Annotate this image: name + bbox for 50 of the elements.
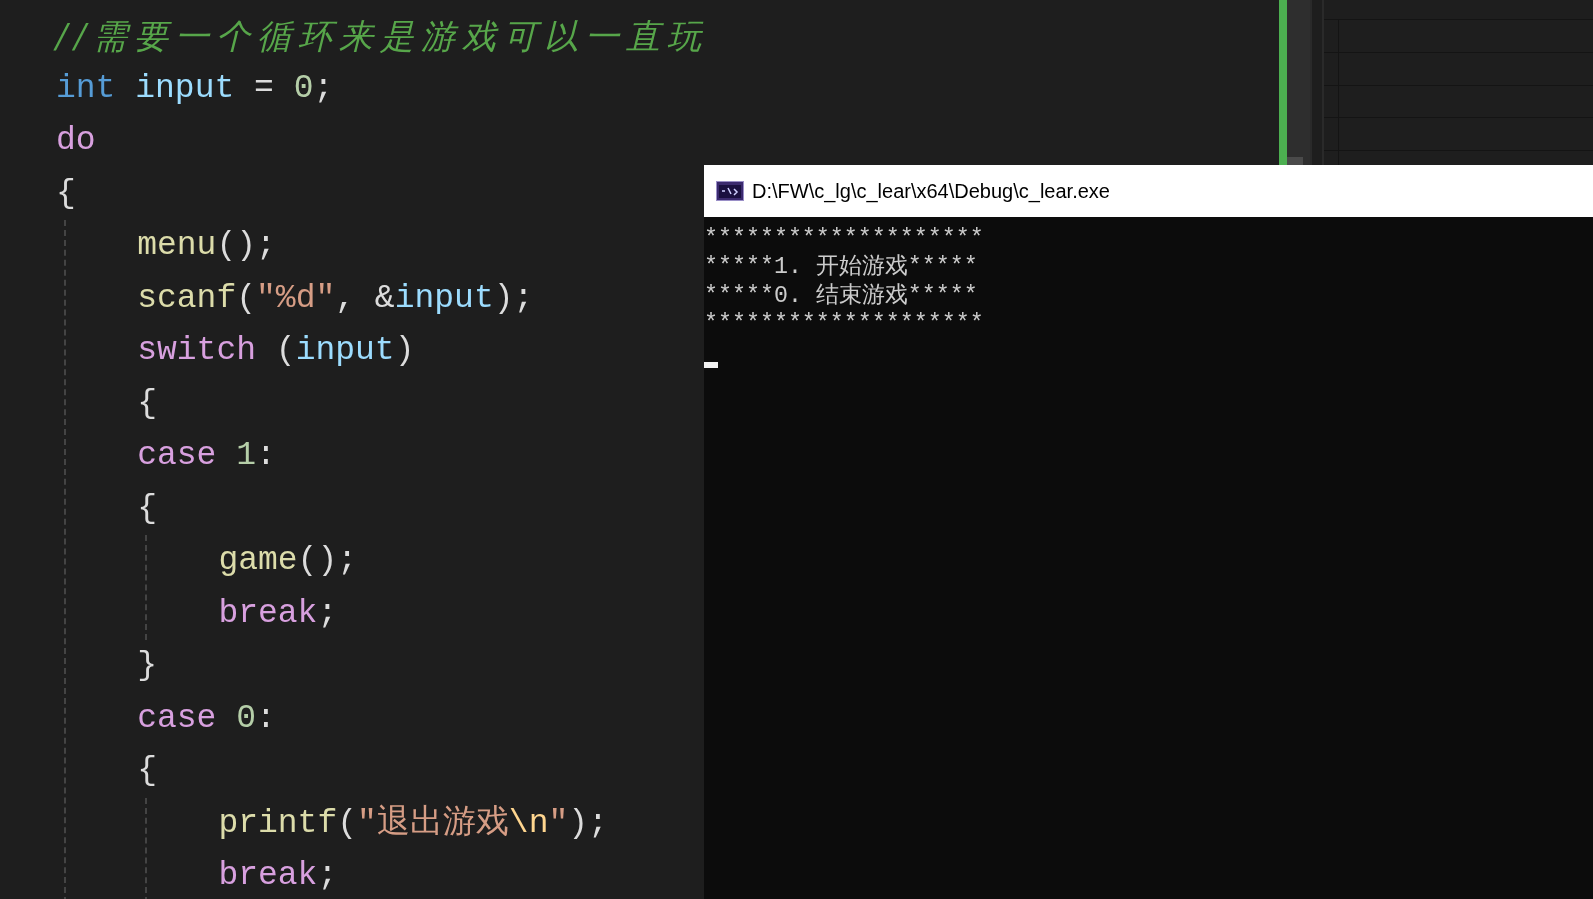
code-token: scanf xyxy=(137,279,237,317)
console-icon xyxy=(716,181,744,201)
code-token: ( xyxy=(337,804,357,842)
window-title: D:\FW\c_lg\c_lear\x64\Debug\c_lear.exe xyxy=(752,179,1110,203)
code-token: "%d" xyxy=(256,279,336,317)
splitter[interactable] xyxy=(1310,0,1324,166)
code-token: ); xyxy=(493,279,534,317)
code-token: game xyxy=(218,542,298,579)
console-output-line: ******************** xyxy=(704,225,984,254)
code-token: { xyxy=(137,752,157,789)
code-token: ) xyxy=(394,332,415,369)
code-token: input xyxy=(394,279,494,317)
code-token: } xyxy=(137,647,157,684)
code-token: (); xyxy=(216,227,276,264)
code-token: do xyxy=(56,122,96,159)
scroll-bar[interactable] xyxy=(1287,0,1310,166)
code-token: , & xyxy=(335,279,395,317)
code-token: switch xyxy=(137,332,256,369)
code-token: break xyxy=(218,594,318,632)
code-token: ; xyxy=(317,594,338,632)
console-output-line: ******************** xyxy=(704,310,984,339)
console-output-line: *****1. 开始游戏***** xyxy=(704,253,978,282)
code-token: int xyxy=(56,69,116,107)
console-output-line: *****0. 结束游戏***** xyxy=(704,281,978,311)
code-token: break xyxy=(218,857,318,894)
code-token: ; xyxy=(317,857,338,894)
code-token: "退出游戏 xyxy=(357,804,509,842)
code-token: printf xyxy=(218,804,338,842)
code-token: 0 xyxy=(293,69,314,107)
code-token: { xyxy=(56,174,76,212)
code-token: : xyxy=(256,437,276,474)
code-token: ; xyxy=(313,69,334,107)
code-token: : xyxy=(256,699,276,737)
code-token: { xyxy=(137,384,157,422)
code-token: case xyxy=(137,437,218,474)
text-cursor xyxy=(704,361,718,368)
code-token: \n xyxy=(508,804,549,842)
code-token: " xyxy=(548,804,569,842)
code-token: case xyxy=(137,699,218,737)
code-token: ( xyxy=(274,332,296,369)
code-token: (); xyxy=(297,542,357,579)
code-token: ( xyxy=(236,279,257,317)
code-token: input xyxy=(295,332,395,369)
code-token: 0 xyxy=(236,699,257,737)
code-token: menu xyxy=(137,227,217,264)
code-token: input xyxy=(134,69,235,107)
code-token: = xyxy=(253,69,275,107)
code-token: { xyxy=(137,489,157,527)
code-token: 1 xyxy=(236,437,257,474)
code-token: ); xyxy=(568,804,608,842)
